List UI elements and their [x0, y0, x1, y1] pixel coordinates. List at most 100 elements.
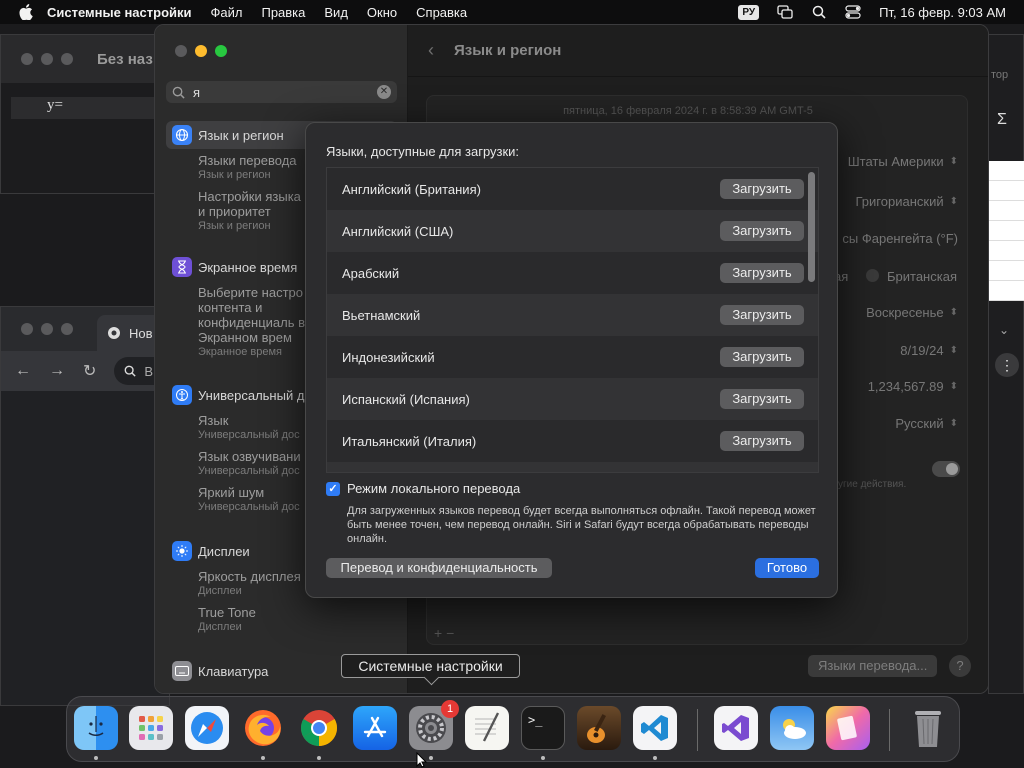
subitem-title: Выберите настро контента и конфиденциаль…: [198, 285, 306, 345]
app-store-icon[interactable]: [353, 706, 397, 750]
download-button[interactable]: Загрузить: [720, 305, 804, 325]
spotlight-search-icon[interactable]: [811, 4, 827, 20]
reload-icon[interactable]: ↻: [83, 361, 96, 381]
system-settings-icon[interactable]: 1: [409, 700, 459, 750]
list-scrollbar[interactable]: [808, 172, 815, 282]
language-name: Испанский (Испания): [342, 391, 470, 407]
apple-menu-icon[interactable]: [19, 4, 33, 20]
download-button[interactable]: Загрузить: [720, 431, 804, 451]
sidebar-item-label: Язык и регион: [198, 127, 284, 143]
done-button[interactable]: Готово: [755, 558, 819, 578]
input-source-indicator[interactable]: РУ: [738, 4, 760, 20]
menu-file[interactable]: Файл: [211, 5, 243, 20]
dock: 1 >_: [66, 696, 960, 762]
background-window-title: Без наз: [97, 50, 153, 68]
running-indicator: [653, 756, 657, 760]
close-button[interactable]: [21, 53, 33, 65]
temperature-setting[interactable]: сы Фаренгейта (°F): [842, 231, 958, 246]
dock-tooltip: Системные настройки: [341, 654, 520, 678]
back-arrow-icon[interactable]: ←: [15, 362, 31, 380]
page-title: Язык и регион: [454, 42, 562, 59]
garageband-icon[interactable]: [577, 706, 621, 750]
measurement-radio[interactable]: [866, 269, 879, 282]
zoom-button[interactable]: [61, 53, 73, 65]
menu-window[interactable]: Окно: [367, 5, 397, 20]
terminal-icon[interactable]: >_: [521, 706, 565, 750]
window-controls: [175, 45, 227, 57]
settings-search-field[interactable]: я ✕: [166, 81, 397, 103]
sigma-icon[interactable]: Σ: [997, 111, 1007, 129]
date-format-popup[interactable]: 8/19/24 ⬍: [900, 343, 958, 358]
help-button[interactable]: ?: [949, 655, 971, 677]
language-name: Арабский: [342, 265, 400, 281]
running-indicator: [94, 756, 98, 760]
zoom-button[interactable]: [61, 323, 73, 335]
sun-icon: [172, 541, 192, 561]
sidebar-subitem-true-tone[interactable]: True Tone Дисплеи: [198, 605, 397, 634]
running-indicator: [541, 756, 545, 760]
download-button[interactable]: Загрузить: [720, 263, 804, 283]
firefox-icon[interactable]: [241, 706, 285, 750]
on-device-mode-checkbox[interactable]: ✓: [326, 481, 340, 496]
close-button[interactable]: [175, 45, 187, 57]
minimize-button[interactable]: [41, 323, 53, 335]
safari-icon[interactable]: [185, 706, 229, 750]
menu-help[interactable]: Справка: [416, 5, 467, 20]
chevron-down-icon[interactable]: ⌄: [999, 323, 1009, 337]
download-button[interactable]: Загрузить: [720, 179, 804, 199]
sidebar-item-label: Дисплеи: [198, 543, 250, 559]
download-button[interactable]: Загрузить: [720, 389, 804, 409]
formula-field[interactable]: y=: [11, 97, 161, 119]
minimize-button[interactable]: [41, 53, 53, 65]
languages-list[interactable]: Английский (Британия) Загрузить Английск…: [326, 167, 819, 473]
on-device-mode-row[interactable]: ✓ Режим локального перевода: [326, 481, 520, 496]
translation-privacy-button[interactable]: Перевод и конфиденциальность: [326, 558, 552, 578]
forward-arrow-icon[interactable]: →: [49, 362, 65, 380]
language-name: Английский (США): [342, 223, 454, 239]
translation-languages-button[interactable]: Языки перевода...: [808, 655, 938, 677]
download-button[interactable]: Загрузить: [720, 347, 804, 367]
pages-icon[interactable]: [826, 706, 870, 750]
download-button[interactable]: Загрузить: [720, 221, 804, 241]
first-day-popup[interactable]: Воскресенье ⬍: [866, 305, 958, 320]
background-window-titlebar: Без наз: [1, 35, 169, 83]
menu-app-name[interactable]: Системные настройки: [47, 5, 192, 20]
temperature-value: сы Фаренгейта (°F): [842, 231, 958, 246]
updown-chevron-icon: ⬍: [949, 418, 958, 429]
back-chevron-icon[interactable]: ‹: [428, 40, 434, 61]
running-indicator: [317, 756, 321, 760]
first-day-value: Воскресенье: [866, 305, 944, 320]
trash-icon[interactable]: [906, 706, 950, 750]
number-format-popup[interactable]: 1,234,567.89 ⬍: [868, 379, 958, 394]
dock-separator: [889, 709, 890, 751]
chrome-icon[interactable]: [297, 706, 341, 750]
minimize-button[interactable]: [195, 45, 207, 57]
control-center-icon[interactable]: [845, 4, 861, 20]
clear-search-icon[interactable]: ✕: [377, 85, 391, 99]
add-remove-buttons[interactable]: + −: [434, 625, 454, 641]
textedit-icon[interactable]: [465, 706, 509, 750]
search-input-value[interactable]: я: [193, 85, 200, 100]
menu-clock[interactable]: Пт, 16 февр. 9:03 AM: [879, 5, 1006, 20]
vscode-icon[interactable]: [633, 706, 677, 750]
list-sort-popup[interactable]: Русский ⬍: [895, 416, 958, 431]
spreadsheet-grid[interactable]: [989, 161, 1024, 301]
language-row-partial: [327, 462, 818, 472]
zoom-button[interactable]: [215, 45, 227, 57]
calendar-value: Григорианский: [855, 194, 944, 209]
menu-view[interactable]: Вид: [324, 5, 348, 20]
visual-studio-icon[interactable]: [714, 706, 758, 750]
menu-bar: Системные настройки Файл Правка Вид Окно…: [0, 0, 1024, 24]
more-menu-icon[interactable]: ⋮: [995, 353, 1019, 377]
region-popup[interactable]: Штаты Америки ⬍: [848, 154, 958, 169]
sheet-heading: Языки, доступные для загрузки:: [326, 144, 520, 159]
language-name: Итальянский (Италия): [342, 433, 477, 449]
close-button[interactable]: [21, 323, 33, 335]
live-text-toggle[interactable]: [932, 461, 960, 477]
finder-icon[interactable]: [74, 706, 118, 750]
weather-icon[interactable]: [770, 706, 814, 750]
calendar-popup[interactable]: Григорианский ⬍: [856, 194, 959, 209]
window-switcher-icon[interactable]: [777, 4, 793, 20]
menu-edit[interactable]: Правка: [261, 5, 305, 20]
launchpad-icon[interactable]: [129, 706, 173, 750]
